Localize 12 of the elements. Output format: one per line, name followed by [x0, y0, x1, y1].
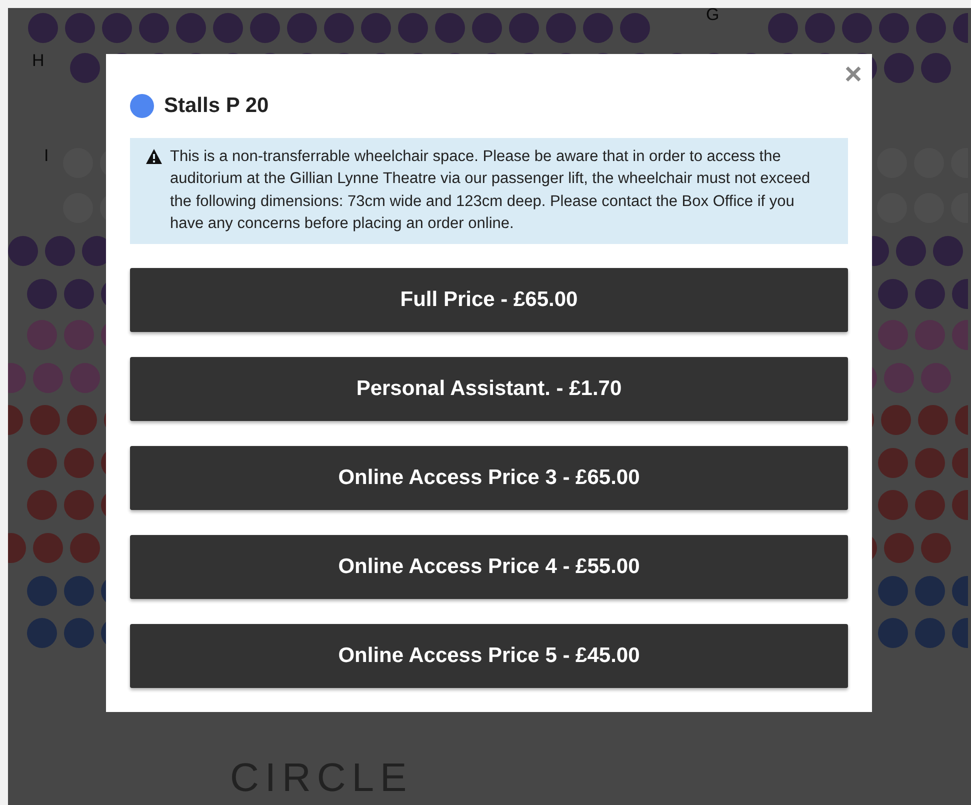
price-option-button[interactable]: Online Access Price 5 - £45.00 [130, 624, 848, 688]
price-option-button[interactable]: Personal Assistant. - £1.70 [130, 356, 848, 420]
warning-icon [146, 148, 162, 164]
price-option-button[interactable]: Full Price - £65.00 [130, 268, 848, 332]
price-option-button[interactable]: Online Access Price 3 - £65.00 [130, 446, 848, 510]
seat-title: Stalls P 20 [164, 93, 269, 119]
notice-text: This is a non-transferrable wheelchair space. Please be aware that in order to access the auditorium at the Gillian Lynne Theatre via our passenger lift, the wheelchair must not exceed the following dimensions: 73cm wide and 123cm deep. Please contact the Box Office if you have any concerns before placing an order online. [170, 146, 812, 234]
row-label: H [32, 50, 44, 72]
row-label: I [44, 145, 49, 167]
row-label: G [706, 4, 720, 26]
close-button[interactable]: × [844, 60, 862, 90]
price-option-button[interactable]: Online Access Price 4 - £55.00 [130, 534, 848, 598]
